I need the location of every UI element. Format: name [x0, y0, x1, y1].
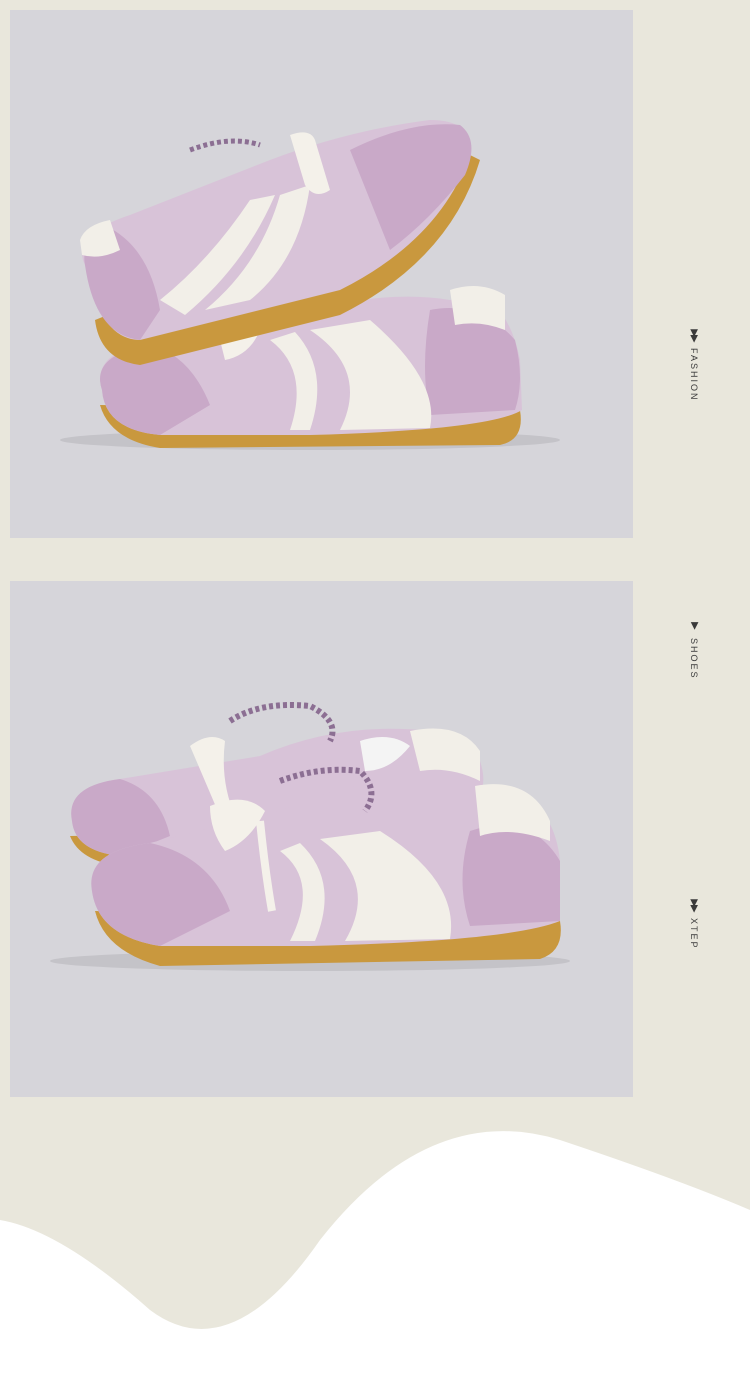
paired-sneakers-photo — [10, 581, 633, 1097]
stacked-sneakers-illustration — [60, 120, 560, 450]
side-label-shoes-text: SHOES — [689, 638, 699, 680]
double-arrow-icon: ▶▶ — [688, 329, 700, 341]
bottom-wave-decoration — [0, 1131, 750, 1384]
paired-sneakers-illustration — [50, 702, 570, 971]
laces — [228, 702, 336, 743]
side-label-xtep-text: XTEP — [689, 918, 699, 950]
white-wave — [0, 1131, 750, 1384]
stacked-sneakers-photo — [10, 10, 633, 538]
side-label-fashion-text: FASHION — [689, 348, 699, 402]
side-label-shoes: ▶ SHOES — [684, 620, 704, 680]
side-label-fashion: ▶▶ FASHION — [684, 329, 704, 402]
heel-tab — [450, 286, 505, 330]
side-label-xtep: ▶▶ XTEP — [684, 899, 704, 950]
arrow-icon: ▶ — [688, 622, 700, 628]
laces — [189, 138, 261, 153]
double-arrow-icon: ▶▶ — [688, 899, 700, 911]
